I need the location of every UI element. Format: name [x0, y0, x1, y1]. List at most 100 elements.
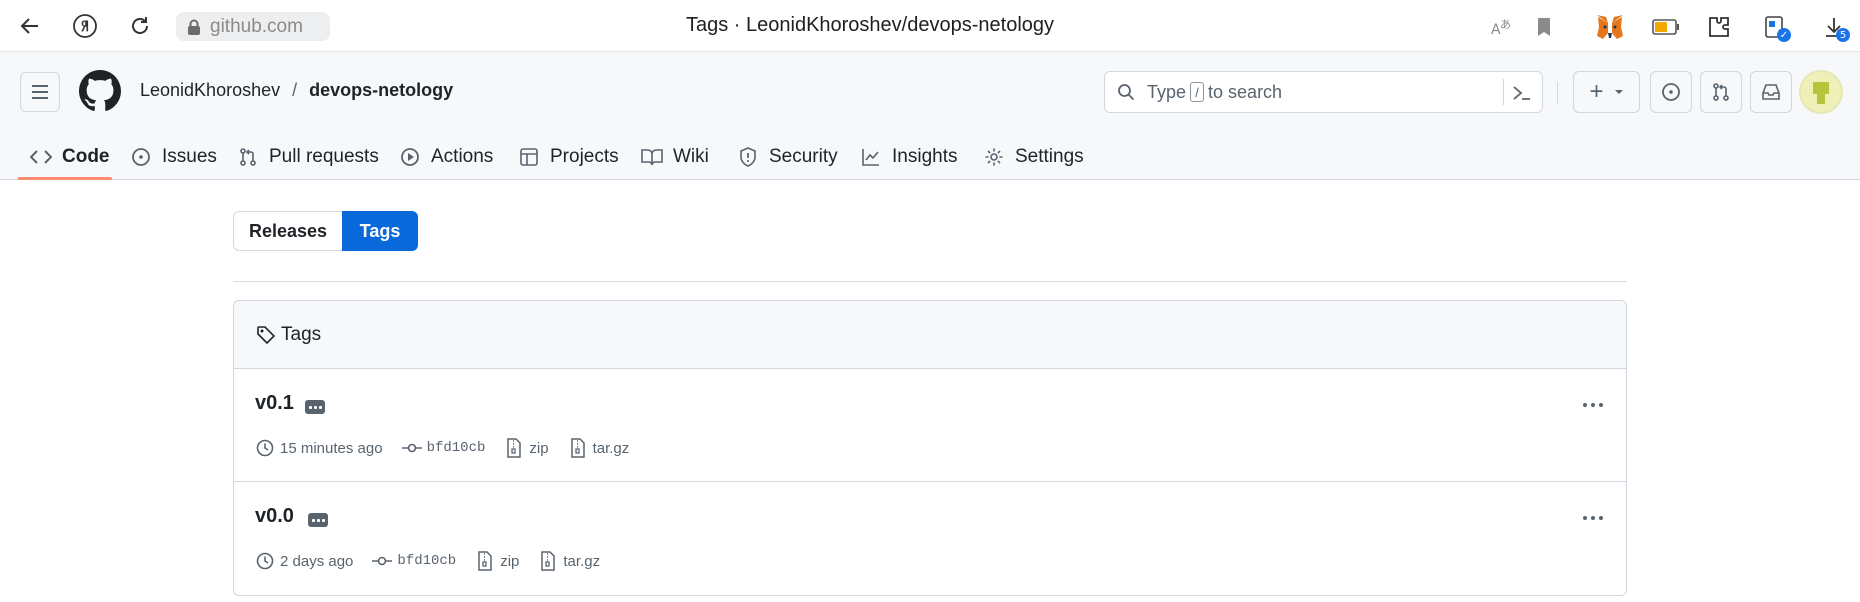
tag-name-link[interactable]: v0.0: [255, 505, 294, 528]
plus-icon: +: [1589, 78, 1604, 105]
battery-icon[interactable]: [1649, 10, 1683, 44]
targz-label: tar.gz: [592, 439, 630, 457]
targz-download-link[interactable]: tar.gz: [538, 551, 600, 571]
commit-icon: [401, 438, 422, 458]
tag-time: 15 minutes ago: [255, 438, 383, 458]
file-zip-icon: [568, 438, 588, 458]
page-title: Tags · LeonidKhoroshev/devops-netology: [685, 14, 1055, 36]
search-divider: [1503, 79, 1504, 105]
tag-commit[interactable]: bfd10cb: [401, 438, 485, 458]
tab-insights[interactable]: Insights: [860, 140, 957, 174]
reload-icon[interactable]: [124, 10, 156, 42]
github-logo-icon[interactable]: [79, 70, 121, 112]
extensions-icon[interactable]: [1703, 10, 1737, 44]
targz-download-link[interactable]: tar.gz: [568, 438, 630, 458]
clock-icon: [255, 438, 275, 458]
issues-button[interactable]: [1650, 71, 1692, 113]
gear-icon: [983, 146, 1005, 168]
menu-button[interactable]: [20, 72, 60, 112]
zip-download-link[interactable]: zip: [475, 551, 519, 571]
tab-settings-label: Settings: [1015, 146, 1084, 167]
search-icon: [1118, 84, 1135, 101]
tab-pull-requests-label: Pull requests: [269, 146, 379, 167]
file-zip-icon: [504, 438, 524, 458]
url-text: github.com: [210, 15, 303, 37]
back-icon[interactable]: [14, 10, 46, 42]
zip-download-link[interactable]: zip: [504, 438, 549, 458]
issue-opened-icon: [1662, 83, 1680, 101]
inbox-button[interactable]: [1750, 71, 1792, 113]
play-icon: [399, 146, 421, 168]
tab-issues-label: Issues: [162, 146, 217, 167]
github-header: LeonidKhoroshev / devops-netology Type /…: [0, 52, 1860, 180]
list-item: v0.1 15 minutes ago bfd10cb zip tar.gz: [234, 369, 1626, 482]
tab-wiki[interactable]: Wiki: [641, 140, 709, 174]
tab-security-label: Security: [769, 146, 838, 167]
tags-button[interactable]: Tags: [342, 211, 418, 251]
tag-meta: 2 days ago bfd10cb zip tar.gz: [255, 551, 619, 571]
repo-link[interactable]: devops-netology: [309, 80, 453, 101]
kebab-menu-icon[interactable]: [1578, 508, 1608, 528]
header-divider: [1557, 82, 1558, 104]
expand-message-icon[interactable]: [308, 513, 328, 527]
create-new-button[interactable]: +: [1573, 71, 1640, 113]
file-zip-icon: [475, 551, 495, 571]
tab-settings[interactable]: Settings: [983, 140, 1084, 174]
code-icon: [30, 146, 52, 168]
zip-label: zip: [529, 439, 549, 457]
downloads-icon[interactable]: 5: [1817, 10, 1851, 44]
tab-code[interactable]: Code: [30, 140, 110, 174]
pull-request-icon: [237, 146, 259, 168]
tab-actions-label: Actions: [431, 146, 494, 167]
pull-requests-button[interactable]: [1700, 71, 1742, 113]
command-palette-icon[interactable]: [1510, 81, 1534, 105]
table-icon: [518, 146, 540, 168]
commit-sha: bfd10cb: [397, 553, 457, 569]
breadcrumb-separator: /: [292, 80, 298, 100]
shield-icon: [737, 146, 759, 168]
profile-ext-icon[interactable]: ✓: [1758, 10, 1792, 44]
git-pull-request-icon: [1713, 83, 1729, 101]
tab-projects[interactable]: Projects: [518, 140, 619, 174]
tab-pull-requests[interactable]: Pull requests: [237, 140, 379, 174]
tag-name-link[interactable]: v0.1: [255, 392, 294, 415]
translate-icon[interactable]: Aあ: [1485, 10, 1519, 44]
commit-icon: [372, 551, 393, 571]
releases-tags-toggle: Releases Tags: [233, 211, 418, 251]
tags-list-header: Tags: [234, 301, 1626, 369]
tag-meta: 15 minutes ago bfd10cb zip tar.gz: [255, 438, 648, 458]
tab-actions[interactable]: Actions: [399, 140, 493, 174]
zip-label: zip: [500, 552, 520, 570]
inbox-icon: [1762, 84, 1780, 100]
search-placeholder-before: Type: [1147, 81, 1187, 102]
tag-time-text: 2 days ago: [280, 552, 354, 570]
targz-label: tar.gz: [563, 552, 601, 570]
tab-security[interactable]: Security: [737, 140, 838, 174]
tag-time-text: 15 minutes ago: [280, 439, 383, 457]
graph-icon: [860, 146, 882, 168]
metamask-icon[interactable]: [1593, 10, 1627, 44]
search-input[interactable]: Type / to search: [1104, 71, 1543, 113]
search-placeholder-after: to search: [1208, 81, 1283, 102]
kebab-menu-icon[interactable]: [1578, 395, 1608, 415]
list-item: v0.0 2 days ago bfd10cb zip tar.gz: [234, 482, 1626, 595]
tab-issues[interactable]: Issues: [130, 140, 217, 174]
releases-button[interactable]: Releases: [233, 211, 342, 251]
owner-link[interactable]: LeonidKhoroshev: [140, 80, 280, 101]
tag-time: 2 days ago: [255, 551, 353, 571]
chevron-down-icon: [1614, 90, 1623, 94]
issue-icon: [130, 146, 152, 168]
svg-text:あ: あ: [1500, 18, 1511, 31]
hamburger-icon: [32, 85, 48, 99]
check-badge-icon: ✓: [1777, 28, 1791, 42]
tab-code-label: Code: [62, 146, 110, 167]
tag-commit[interactable]: bfd10cb: [372, 551, 456, 571]
avatar[interactable]: [1799, 70, 1843, 114]
lock-icon: [184, 17, 204, 37]
bookmark-icon[interactable]: [1527, 10, 1561, 44]
address-bar[interactable]: github.com: [176, 12, 330, 41]
expand-message-icon[interactable]: [305, 400, 325, 414]
breadcrumb: LeonidKhoroshev / devops-netology: [140, 80, 453, 101]
yandex-icon[interactable]: [69, 10, 101, 42]
clock-icon: [255, 551, 275, 571]
